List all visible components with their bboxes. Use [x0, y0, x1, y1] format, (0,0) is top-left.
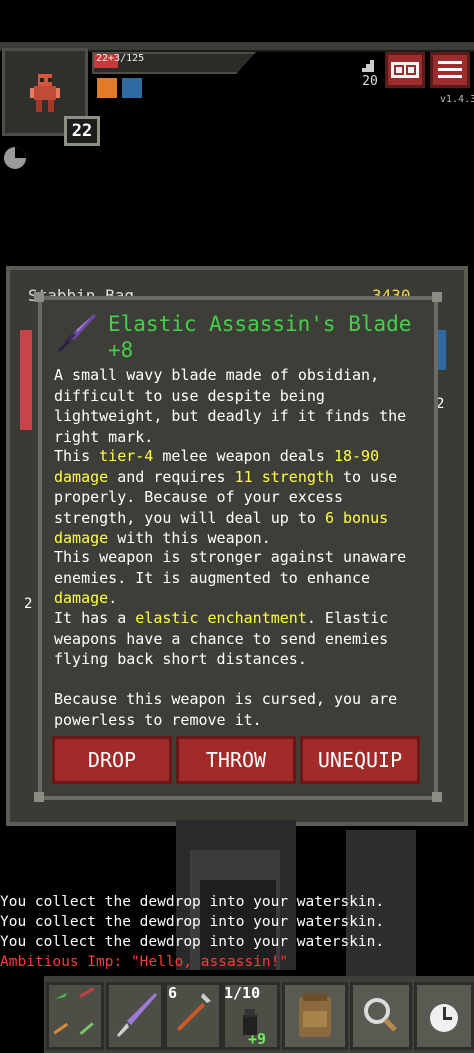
- quickslot-1[interactable]: [106, 982, 164, 1050]
- journal-button[interactable]: [385, 52, 425, 88]
- unequip-button[interactable]: UNEQUIP: [300, 736, 420, 784]
- hero-level-badge: 22: [64, 116, 100, 146]
- journal-icon: [391, 62, 419, 78]
- hero-sprite-icon: [30, 74, 60, 112]
- search-button[interactable]: [350, 982, 412, 1050]
- item-name: Elastic Assassin's Blade: [108, 312, 412, 336]
- quickslot-charges: 1/10: [224, 984, 261, 1002]
- dialog-corner: [34, 792, 44, 802]
- log-line: You collect the dewdrop into your waters…: [0, 894, 385, 910]
- clock-icon: [430, 1004, 458, 1032]
- obsidian-blade-icon: [58, 314, 96, 352]
- weapon-tier: tier-4: [99, 447, 154, 465]
- quickslot-upgrade: +9: [248, 1030, 267, 1048]
- drop-button[interactable]: DROP: [52, 736, 172, 784]
- inventory-slot-count: 2: [24, 596, 33, 612]
- log-line: You collect the dewdrop into your waters…: [0, 934, 385, 950]
- item-upgrade-level: +8: [108, 338, 134, 362]
- item-augment-paragraph: This weapon is stronger against unaware …: [54, 548, 407, 607]
- menu-icon: [438, 61, 462, 78]
- weapon-strength-req: 11 strength: [234, 467, 334, 486]
- quickslot-blade-icon: [117, 993, 157, 1037]
- log-line-npc-speech: Ambitious Imp: "Hello, assassin!": [0, 954, 289, 970]
- search-icon: [364, 998, 397, 1032]
- item-title: Elastic Assassin's Blade +8: [108, 311, 428, 363]
- busy-indicator-icon: [4, 147, 26, 169]
- item-description: A small wavy blade made of obsidian, dif…: [54, 366, 407, 446]
- depth-stairs-icon: [362, 60, 374, 72]
- enchantment-name: elastic enchantment: [135, 609, 307, 627]
- item-curse-paragraph: Because this weapon is cursed, you are p…: [54, 690, 398, 729]
- log-line: You collect the dewdrop into your waters…: [0, 914, 385, 930]
- health-text: 22+3/125: [96, 53, 145, 64]
- throw-button[interactable]: THROW: [176, 736, 296, 784]
- wand-bundle-icon: [53, 987, 95, 1035]
- inventory-item-slot[interactable]: [20, 330, 32, 430]
- buff-icon-mind-vision[interactable]: [97, 78, 117, 98]
- depth-counter: 20: [362, 74, 378, 89]
- augment-type: damage: [54, 589, 109, 607]
- dialog-corner: [34, 292, 44, 302]
- buff-icon-shield[interactable]: [122, 78, 142, 98]
- item-enchant-paragraph: It has a elastic enchantment. Elastic we…: [54, 609, 389, 668]
- quickslot-swap-grid[interactable]: [46, 982, 104, 1050]
- dialog-corner: [432, 792, 442, 802]
- item-stats-paragraph: This tier-4 melee weapon deals 18-90 dam…: [54, 447, 398, 547]
- backpack-button[interactable]: [282, 982, 348, 1050]
- wait-button[interactable]: [414, 982, 474, 1050]
- version-label: v1.4.3: [440, 94, 474, 105]
- menu-button[interactable]: [430, 52, 470, 88]
- dialog-corner: [432, 292, 442, 302]
- quickslot-count: 6: [168, 984, 178, 1002]
- backpack-icon: [299, 993, 331, 1037]
